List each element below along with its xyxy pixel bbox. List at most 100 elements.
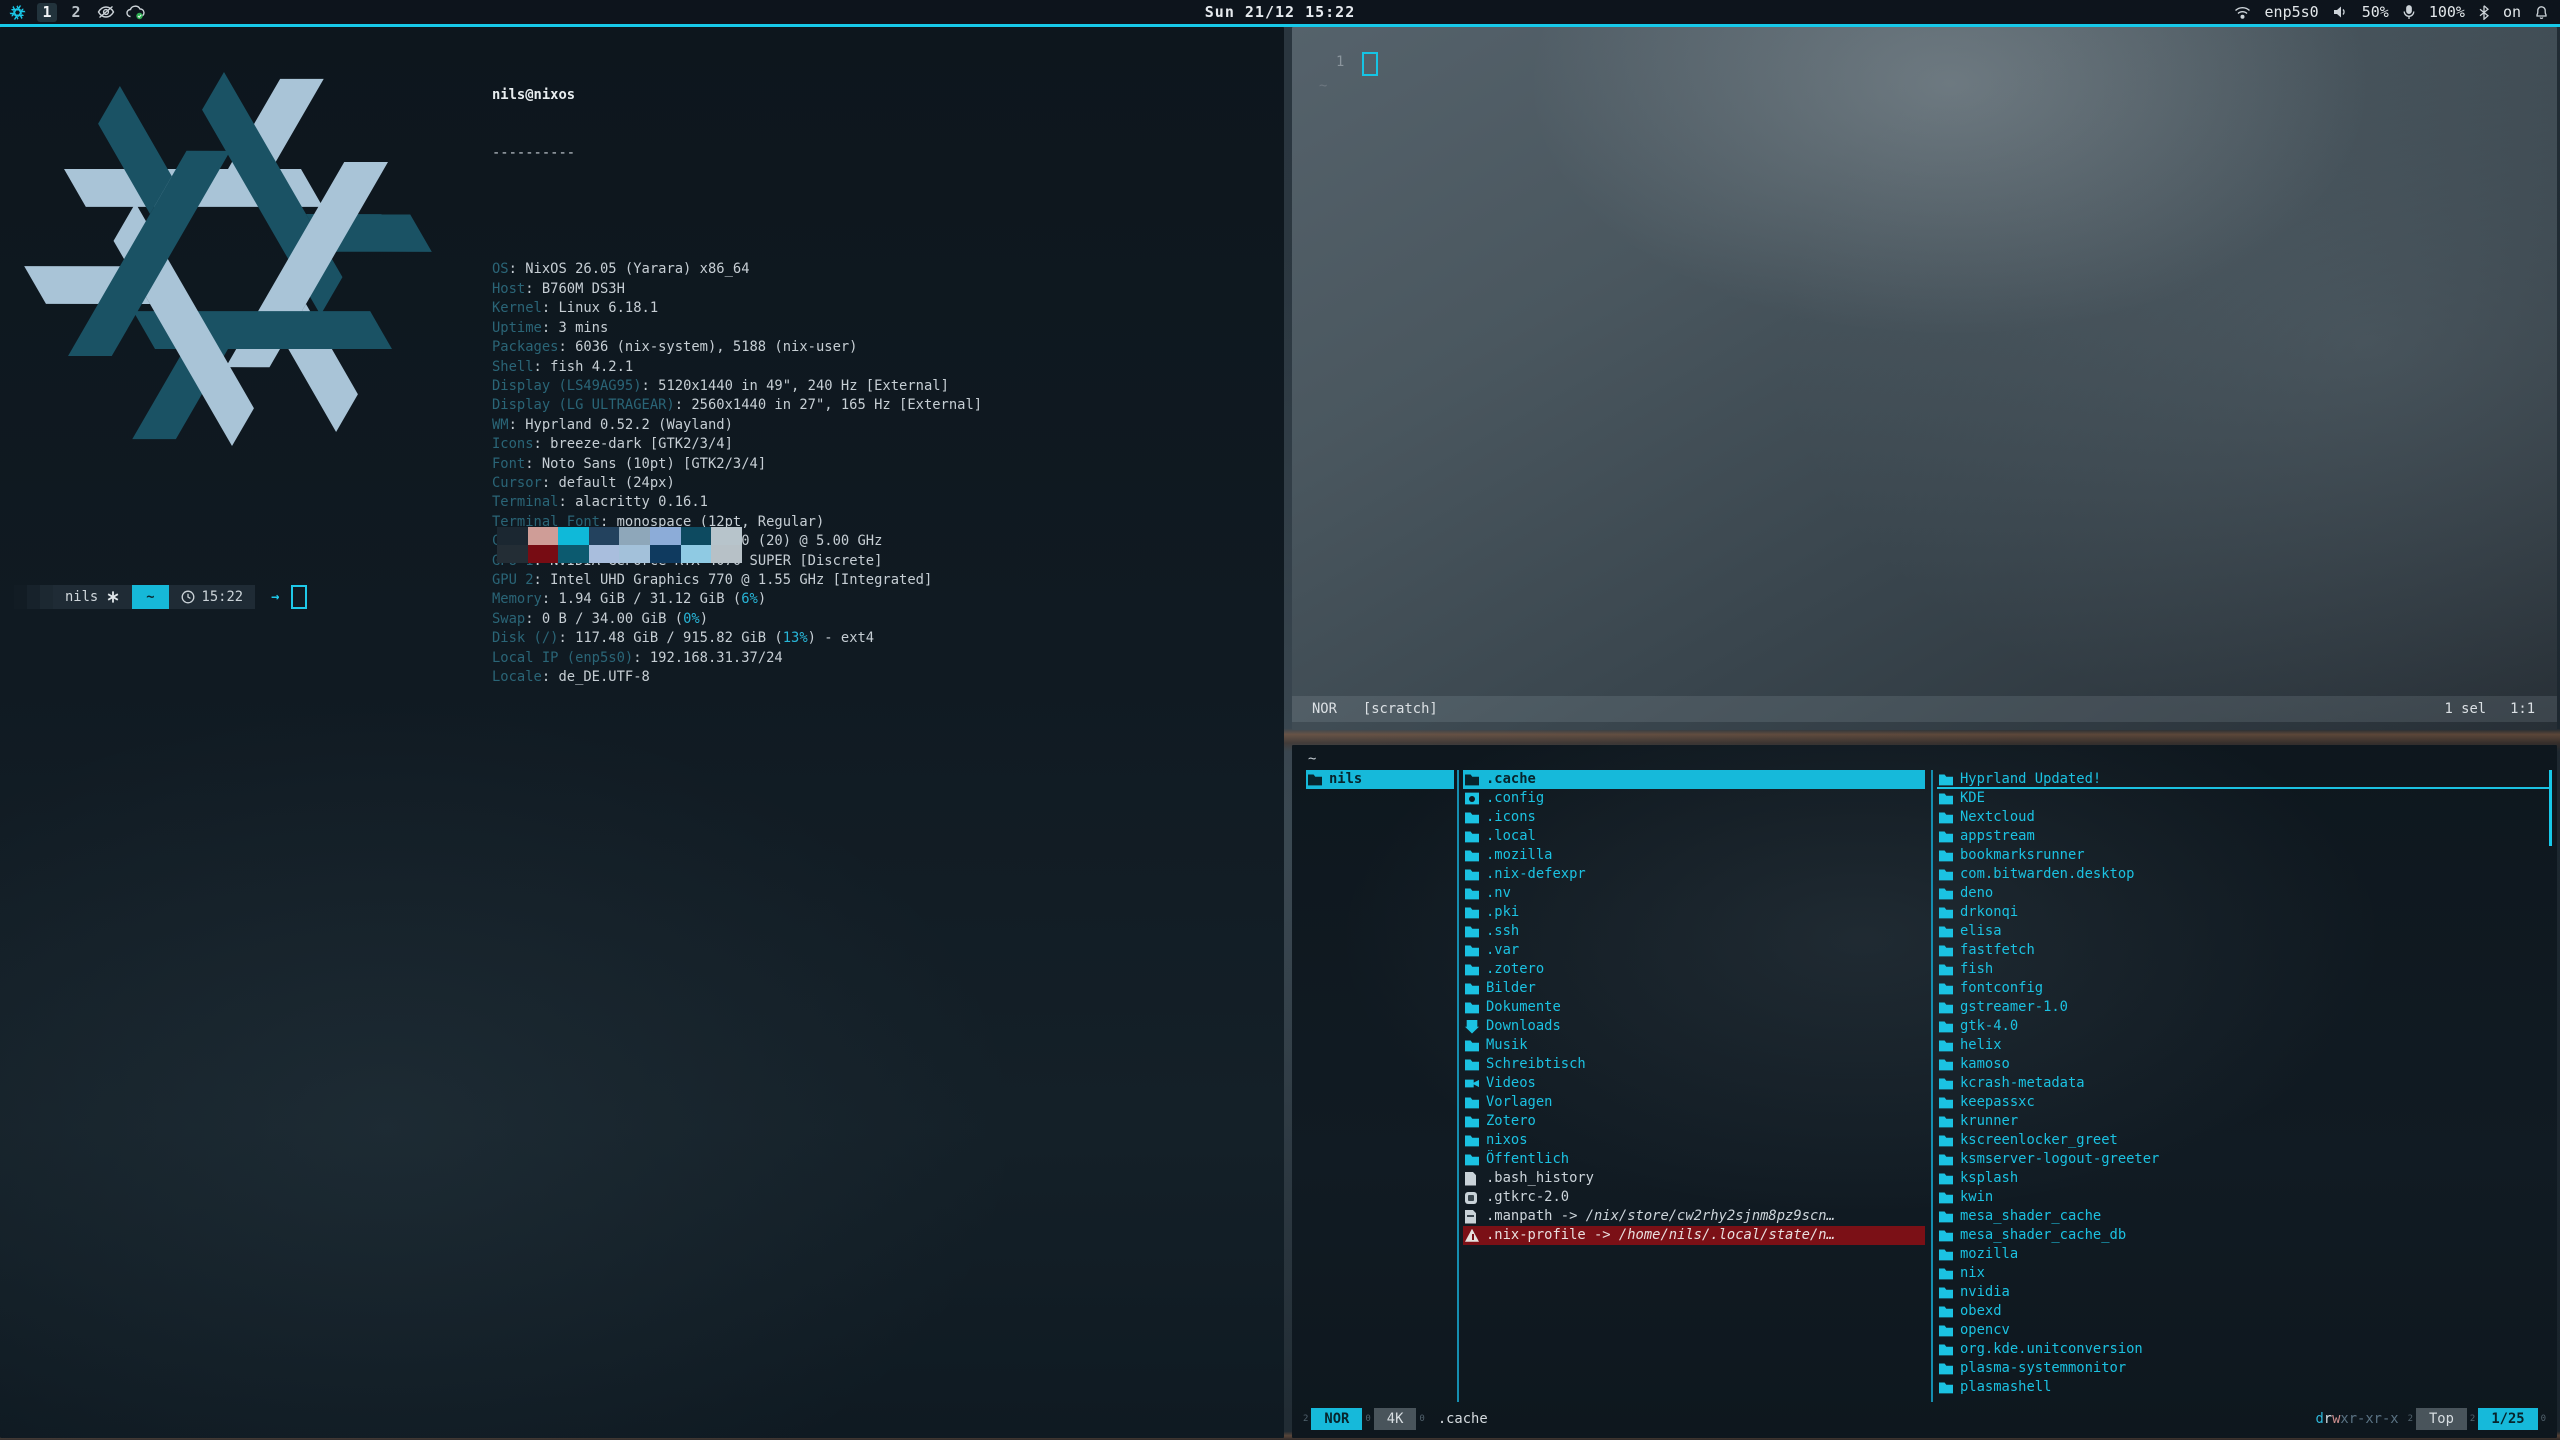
yazi-file-manager-window[interactable]: ~ nils .cache .config .icons .local .moz… <box>1292 745 2557 1438</box>
preview-entry[interactable]: elisa <box>1937 922 2549 941</box>
preview-entry[interactable]: com.bitwarden.desktop <box>1937 865 2549 884</box>
file-entry[interactable]: nixos <box>1463 1131 1925 1150</box>
preview-entry[interactable]: obexd <box>1937 1302 2549 1321</box>
entry-icon <box>1465 1115 1479 1129</box>
parent-entry[interactable]: nils <box>1306 770 1454 789</box>
editor-cursor-position: 1:1 <box>2510 701 2535 717</box>
editor-statusline: NOR [scratch] 1 sel 1:1 <box>1292 696 2557 722</box>
folder-icon <box>1939 849 1953 863</box>
prompt-fade-segment <box>27 585 40 609</box>
preview-entry[interactable]: fastfetch <box>1937 941 2549 960</box>
preview-entry[interactable]: opencv <box>1937 1321 2549 1340</box>
shell-prompt: nils ~ 15:22 → <box>14 585 307 609</box>
preview-entry[interactable]: kwin <box>1937 1188 2549 1207</box>
preview-entry[interactable]: gstreamer-1.0 <box>1937 998 2549 1017</box>
current-path: ~ <box>1308 751 1316 767</box>
file-entry[interactable]: .cache <box>1463 770 1925 789</box>
helix-editor-window[interactable]: 1 ~ NOR [scratch] 1 sel 1:1 <box>1292 27 2557 730</box>
preview-entry[interactable]: ksmserver-logout-greeter <box>1937 1150 2549 1169</box>
preview-entry[interactable]: krunner <box>1937 1112 2549 1131</box>
fetch-line: Disk (/): 117.48 GiB / 915.82 GiB (13%) … <box>492 629 982 648</box>
folder-icon <box>1939 1362 1953 1376</box>
file-entry[interactable]: .config <box>1463 789 1925 808</box>
folder-icon <box>1939 1286 1953 1300</box>
file-entry[interactable]: .local <box>1463 827 1925 846</box>
file-entry[interactable]: .zotero <box>1463 960 1925 979</box>
preview-entry[interactable]: nix <box>1937 1264 2549 1283</box>
preview-entry[interactable]: kamoso <box>1937 1055 2549 1074</box>
preview-entry[interactable]: kcrash-metadata <box>1937 1074 2549 1093</box>
file-entry[interactable]: .icons <box>1463 808 1925 827</box>
entry-icon <box>1465 1192 1477 1204</box>
preview-entry[interactable]: nvidia <box>1937 1283 2549 1302</box>
file-entry[interactable]: Öffentlich <box>1463 1150 1925 1169</box>
fetch-line: WM: Hyprland 0.52.2 (Wayland) <box>492 416 982 435</box>
yazi-mode-badge: NOR <box>1311 1408 1362 1430</box>
preview-scrollbar[interactable] <box>2549 770 2552 846</box>
entry-icon <box>1465 887 1479 901</box>
fetch-line: Kernel: Linux 6.18.1 <box>492 299 982 318</box>
folder-icon <box>1939 1096 1953 1110</box>
preview-entry[interactable]: appstream <box>1937 827 2549 846</box>
file-entry[interactable]: .nix-defexpr <box>1463 865 1925 884</box>
file-entry[interactable]: Downloads <box>1463 1017 1925 1036</box>
parent-column: nils <box>1306 770 1454 789</box>
file-entry[interactable]: .nix-profile -> /home/nils/.local/state/… <box>1463 1226 1925 1245</box>
file-entry[interactable]: Schreibtisch <box>1463 1055 1925 1074</box>
prompt-arrow: → <box>271 589 279 605</box>
preview-entry[interactable]: deno <box>1937 884 2549 903</box>
folder-icon <box>1939 1324 1953 1338</box>
clock-module[interactable]: Sun 21/12 15:22 <box>0 3 2560 21</box>
file-entry[interactable]: .var <box>1463 941 1925 960</box>
preview-entry[interactable]: gtk-4.0 <box>1937 1017 2549 1036</box>
column-separator <box>1931 770 1933 1402</box>
preview-entry[interactable]: plasmashell <box>1937 1378 2549 1397</box>
file-entry[interactable]: .pki <box>1463 903 1925 922</box>
file-entry[interactable]: Videos <box>1463 1074 1925 1093</box>
preview-entry[interactable]: fontconfig <box>1937 979 2549 998</box>
file-entry[interactable]: Bilder <box>1463 979 1925 998</box>
entry-icon <box>1465 925 1479 939</box>
folder-icon <box>1939 1001 1953 1015</box>
current-column: .cache .config .icons .local .mozilla .n… <box>1463 770 1925 1245</box>
preview-entry[interactable]: fish <box>1937 960 2549 979</box>
preview-entry[interactable]: kscreenlocker_greet <box>1937 1131 2549 1150</box>
file-entry[interactable]: .ssh <box>1463 922 1925 941</box>
entry-icon <box>1465 1134 1479 1148</box>
preview-entry[interactable]: mesa_shader_cache <box>1937 1207 2549 1226</box>
preview-entry[interactable]: helix <box>1937 1036 2549 1055</box>
file-entry[interactable]: Musik <box>1463 1036 1925 1055</box>
preview-entry[interactable]: mozilla <box>1937 1245 2549 1264</box>
file-entry[interactable]: .gtkrc-2.0 <box>1463 1188 1925 1207</box>
file-entry[interactable]: .nv <box>1463 884 1925 903</box>
entry-icon <box>1465 1077 1479 1091</box>
yazi-statusbar: 2 NOR 0 4K 0 .cache drwxr-xr-x 2 Top 2 1… <box>1300 1407 2549 1431</box>
palette-row-2 <box>497 545 742 563</box>
file-entry[interactable]: Vorlagen <box>1463 1093 1925 1112</box>
file-entry[interactable]: .bash_history <box>1463 1169 1925 1188</box>
preview-entry[interactable]: org.kde.unitconversion <box>1937 1340 2549 1359</box>
preview-entry[interactable]: plasma-systemmonitor <box>1937 1359 2549 1378</box>
terminal-window-fastfetch[interactable]: nils@nixos ---------- OS: NixOS 26.05 (Y… <box>0 27 1284 1438</box>
preview-entry[interactable]: ksplash <box>1937 1169 2549 1188</box>
palette-swatch <box>619 527 650 545</box>
file-entry[interactable]: Zotero <box>1463 1112 1925 1131</box>
file-entry[interactable]: .manpath -> /nix/store/cw2rhy2sjnm8pz9sc… <box>1463 1207 1925 1226</box>
preview-entry[interactable]: drkonqi <box>1937 903 2549 922</box>
entry-icon <box>1465 830 1479 844</box>
preview-entry[interactable]: mesa_shader_cache_db <box>1937 1226 2549 1245</box>
preview-entry[interactable]: Hyprland Updated! <box>1937 770 2549 789</box>
preview-entry[interactable]: KDE <box>1937 789 2549 808</box>
hovered-file-name: .cache <box>1438 1411 1488 1427</box>
file-entry[interactable]: .mozilla <box>1463 846 1925 865</box>
fetch-line: Icons: breeze-dark [GTK2/3/4] <box>492 435 982 454</box>
preview-entry[interactable]: keepassxc <box>1937 1093 2549 1112</box>
preview-entry[interactable]: bookmarksrunner <box>1937 846 2549 865</box>
column-separator <box>1457 770 1459 1402</box>
file-entry[interactable]: Dokumente <box>1463 998 1925 1017</box>
palette-row-1 <box>497 527 742 545</box>
fastfetch-output: nils@nixos ---------- OS: NixOS 26.05 (Y… <box>492 47 982 726</box>
fetch-line: OS: NixOS 26.05 (Yarara) x86_64 <box>492 260 982 279</box>
preview-entry[interactable]: Nextcloud <box>1937 808 2549 827</box>
fetch-line: Local IP (enp5s0): 192.168.31.37/24 <box>492 649 982 668</box>
